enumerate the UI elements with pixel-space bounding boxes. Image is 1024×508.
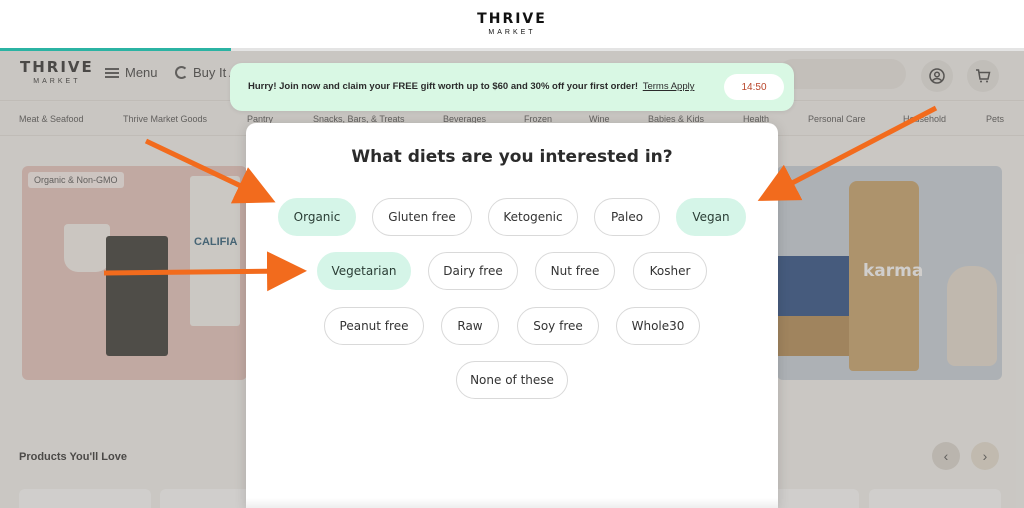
diet-option-soy-free[interactable]: Soy free (517, 307, 599, 345)
promo-message: Hurry! Join now and claim your FREE gift… (248, 81, 639, 92)
diet-option-gluten-free[interactable]: Gluten free (372, 198, 472, 236)
diet-option-whole30[interactable]: Whole30 (616, 307, 700, 345)
logo-line2: MARKET (488, 29, 536, 36)
diet-option-vegan[interactable]: Vegan (676, 198, 746, 236)
diet-option-kosher[interactable]: Kosher (633, 252, 707, 290)
diet-option-peanut-free[interactable]: Peanut free (324, 307, 424, 345)
modal-bottom-fade (246, 498, 778, 508)
diet-preferences-modal: What diets are you interested in? Organi… (246, 123, 778, 508)
diet-option-ketogenic[interactable]: Ketogenic (488, 198, 578, 236)
diet-option-none[interactable]: None of these (456, 361, 568, 399)
promo-banner: Hurry! Join now and claim your FREE gift… (230, 63, 794, 111)
thrive-logo: THRIVE MARKET (477, 12, 547, 36)
diet-option-raw[interactable]: Raw (441, 307, 499, 345)
logo-line1: THRIVE (477, 11, 547, 27)
diet-option-organic[interactable]: Organic (278, 198, 356, 236)
modal-question: What diets are you interested in? (351, 147, 673, 167)
diet-option-vegetarian[interactable]: Vegetarian (317, 252, 411, 290)
terms-link[interactable]: Terms Apply (643, 81, 695, 92)
promo-text: Hurry! Join now and claim your FREE gift… (248, 81, 694, 92)
diet-option-paleo[interactable]: Paleo (594, 198, 660, 236)
diet-option-dairy-free[interactable]: Dairy free (428, 252, 518, 290)
top-bar: THRIVE MARKET (0, 0, 1024, 48)
countdown-timer: 14:50 (724, 74, 784, 100)
diet-option-nut-free[interactable]: Nut free (535, 252, 615, 290)
